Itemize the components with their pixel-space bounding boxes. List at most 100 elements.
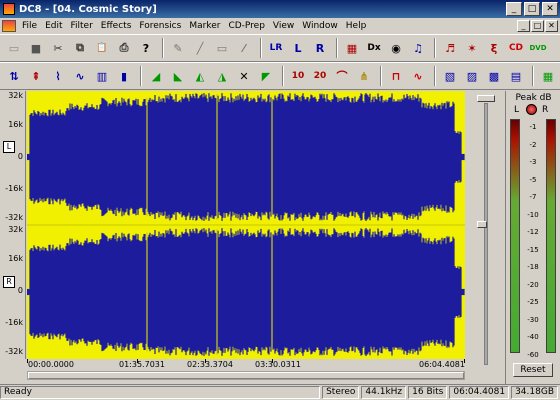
brush-icon[interactable]: ⁄ (234, 38, 254, 58)
spectrum-icon[interactable]: ▦ (342, 38, 362, 58)
filter-icon[interactable]: ∿ (70, 66, 90, 86)
arc-icon[interactable]: ⌒ (332, 66, 352, 86)
hatch-icon[interactable]: ▩ (484, 66, 504, 86)
diag-icon[interactable]: ▨ (462, 66, 482, 86)
meter-scale-label: -2 (529, 140, 537, 149)
maximize-button[interactable]: □ (524, 2, 540, 16)
ten-icon[interactable]: 10 (288, 66, 308, 86)
stripes-icon[interactable]: ▧ (440, 66, 460, 86)
env-icon[interactable]: ◤ (256, 66, 276, 86)
right-channel-icon[interactable]: R (310, 38, 330, 58)
vertical-zoom-track[interactable] (484, 103, 488, 365)
help-icon[interactable]: ? (136, 38, 156, 58)
status-bits: 16 Bits (408, 386, 448, 399)
fade-mid-icon[interactable]: ◮ (212, 66, 232, 86)
menu-help[interactable]: Help (342, 21, 371, 31)
cd-icon[interactable]: CD (506, 38, 526, 58)
doc-minimize-button[interactable]: _ (517, 20, 530, 32)
cdtext-icon[interactable]: ξ (484, 38, 504, 58)
cross-hatch-icon[interactable]: ▤ (506, 66, 526, 86)
toolbar-separator (140, 66, 142, 86)
vertical-zoom-slider[interactable] (477, 221, 487, 228)
zoom-top-knob[interactable] (477, 95, 495, 102)
fade-wave-icon[interactable]: ◭ (190, 66, 210, 86)
toolbar-separator (336, 38, 338, 58)
status-size: 34.18GB (511, 386, 558, 399)
save-icon[interactable]: ■ (26, 38, 46, 58)
new-file-icon[interactable]: ▭ (4, 38, 24, 58)
status-bar: Ready Stereo 44.1kHz 16 Bits 06:04.4081 … (0, 384, 560, 400)
copy-icon[interactable]: ⧉ (70, 38, 90, 58)
bars-icon[interactable]: ▮ (114, 66, 134, 86)
time-start: 00:00.0000 (28, 360, 74, 369)
draw-icon[interactable]: ╱ (190, 38, 210, 58)
menu-edit[interactable]: Edit (41, 21, 66, 31)
declick-icon[interactable]: ⇞ (26, 66, 46, 86)
fx-icon[interactable]: ▦ (538, 66, 558, 86)
tracks-icon[interactable]: ♬ (440, 38, 460, 58)
menu-marker[interactable]: Marker (185, 21, 224, 31)
menu-effects[interactable]: Effects (97, 21, 136, 31)
dx-plugin-icon[interactable]: Dx (364, 38, 384, 58)
print-icon[interactable]: ⎙ (114, 38, 134, 58)
ruler-bot-neg32k: -32k (5, 347, 23, 356)
menu-window[interactable]: Window (298, 21, 342, 31)
menu-view[interactable]: View (269, 21, 298, 31)
fade-out-icon[interactable]: ◣ (168, 66, 188, 86)
fade-in-icon[interactable]: ◢ (146, 66, 166, 86)
minimize-button[interactable]: _ (506, 2, 522, 16)
lr-channel-icon[interactable]: LR (266, 38, 286, 58)
menu-file[interactable]: File (18, 21, 41, 31)
eq-icon[interactable]: ♫ (408, 38, 428, 58)
left-channel-toggle[interactable]: L (3, 141, 15, 153)
scroll-thumb[interactable] (28, 372, 464, 379)
menu-filter[interactable]: Filter (67, 21, 97, 31)
meter-scale-label: -25 (527, 298, 539, 306)
graph-icon[interactable]: ▥ (92, 66, 112, 86)
pencil-icon[interactable]: ✎ (168, 38, 188, 58)
waveform-view-icon[interactable]: ⌇ (48, 66, 68, 86)
toolbar-separator (434, 38, 436, 58)
normalize-icon[interactable]: ⇅ (4, 66, 24, 86)
square-wave-icon[interactable]: ⊓ (386, 66, 406, 86)
reset-button[interactable]: Reset (513, 363, 553, 377)
cd-burn-icon[interactable]: ◉ (386, 38, 406, 58)
ruler-top-neg16k: -16k (5, 184, 23, 193)
dvd-icon[interactable]: DVD (528, 38, 548, 58)
time-ruler: 00:00.0000 01:35.7031 02:33.3704 03:30.0… (27, 359, 465, 371)
horizontal-scrollbar[interactable] (27, 371, 465, 380)
sine-icon[interactable]: ∿ (408, 66, 428, 86)
status-mode: Stereo (322, 386, 360, 399)
waveform-view[interactable] (27, 91, 465, 359)
meter-scale-label: -15 (527, 245, 539, 254)
vertical-zoom-column (467, 91, 505, 384)
meter-scale-label: -40 (527, 333, 539, 341)
cut-icon[interactable]: ✂ (48, 38, 68, 58)
meter-scale-label: -5 (529, 175, 537, 184)
title-bar: DC8 - [04. Cosmic Story] _ □ ✕ (0, 0, 560, 18)
status-ready: Ready (0, 386, 321, 399)
peak-right-label: R (542, 105, 549, 115)
crossfade-icon[interactable]: ✕ (234, 66, 254, 86)
menu-cd-prep[interactable]: CD-Prep (224, 21, 268, 31)
zoom-box-icon[interactable]: ▭ (212, 38, 232, 58)
close-button[interactable]: ✕ (542, 2, 558, 16)
meter-scale: -1 -2 -3 -5 -7 -10 -12 -15 -18 -20 -25 -30 -40 -60 (506, 119, 560, 359)
menu-forensics[interactable]: Forensics (135, 21, 185, 31)
editor-area: 32k 16k 0 -16k -32k 32k 16k 0 -16k -32k … (0, 91, 560, 384)
left-channel-icon[interactable]: L (288, 38, 308, 58)
doc-close-button[interactable]: ✕ (545, 20, 558, 32)
ruler-top-16k: 16k (8, 120, 23, 129)
ruler-bot-16k: 16k (8, 254, 23, 263)
document-icon[interactable] (2, 20, 16, 32)
right-channel-toggle[interactable]: R (3, 276, 15, 288)
nodes-icon[interactable]: ⋔ (354, 66, 374, 86)
doc-restore-button[interactable]: □ (531, 20, 544, 32)
ruler-bot-0: 0 (17, 286, 23, 295)
peak-left-label: L (514, 105, 520, 115)
toolbar-separator (260, 38, 262, 58)
twenty-icon[interactable]: 20 (310, 66, 330, 86)
paste-icon[interactable]: 📋 (92, 38, 112, 58)
markers-icon[interactable]: ✶ (462, 38, 482, 58)
peak-led-icon[interactable] (526, 104, 537, 115)
